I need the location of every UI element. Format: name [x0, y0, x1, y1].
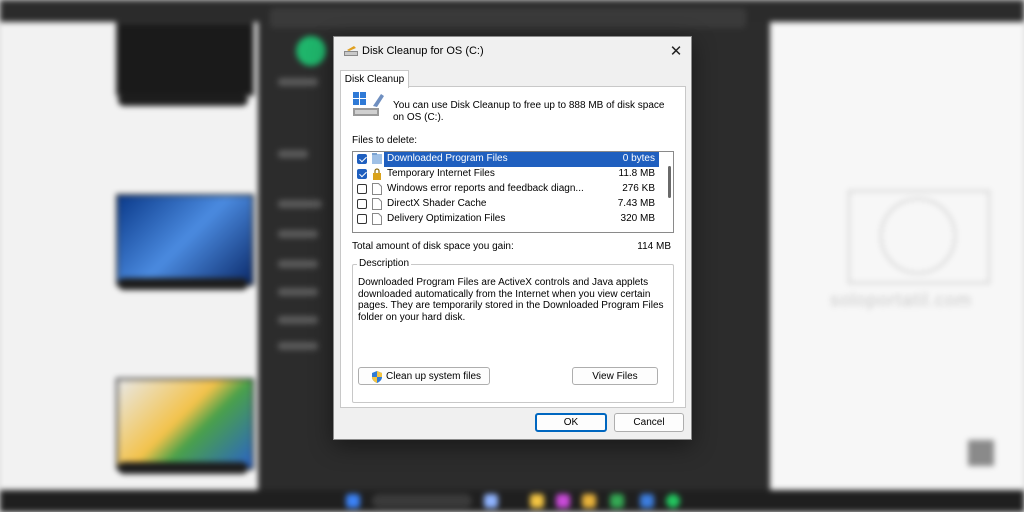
- drive-cleanup-icon: [353, 92, 384, 116]
- list-item[interactable]: DirectX Shader Cache 7.43 MB: [353, 197, 659, 212]
- list-item[interactable]: Delivery Optimization Files 320 MB: [353, 212, 659, 227]
- file-checkbox[interactable]: [357, 169, 367, 179]
- close-button[interactable]: ✕: [661, 37, 691, 65]
- file-checkbox[interactable]: [357, 214, 367, 224]
- file-size: 320 MB: [620, 213, 655, 224]
- taskbar-app-icon: [484, 494, 498, 508]
- taskbar-app-icon: [666, 494, 680, 508]
- scroll-top-icon: [968, 440, 994, 466]
- file-size: 11.8 MB: [618, 168, 656, 179]
- taskbar-search: [372, 494, 472, 508]
- header-description: You can use Disk Cleanup to free up to 8…: [393, 100, 665, 123]
- taskbar-app-icon: [556, 494, 570, 508]
- menu-line: [278, 260, 318, 268]
- total-space-value: 114 MB: [637, 241, 671, 252]
- file-name: Downloaded Program Files: [387, 153, 508, 164]
- tab-disk-cleanup[interactable]: Disk Cleanup: [340, 70, 409, 88]
- taskbar-app-icon: [610, 494, 624, 508]
- description-text: Downloaded Program Files are ActiveX con…: [358, 277, 664, 323]
- file-checkbox[interactable]: [357, 199, 367, 209]
- disk-cleanup-panel: You can use Disk Cleanup to free up to 8…: [340, 86, 686, 408]
- cancel-button[interactable]: Cancel: [614, 413, 684, 432]
- caption-pill: [118, 94, 248, 106]
- settings-search-bar: [270, 8, 746, 28]
- caption-pill: [118, 462, 248, 474]
- menu-line: [278, 150, 308, 158]
- file-icon: [372, 213, 382, 225]
- files-to-delete-list[interactable]: Downloaded Program Files 0 bytes Tempora…: [352, 151, 674, 233]
- file-icon: [372, 183, 382, 195]
- menu-line: [278, 316, 318, 324]
- taskbar-app-icon: [530, 494, 544, 508]
- disk-cleanup-icon: [344, 46, 358, 56]
- view-files-button[interactable]: View Files: [572, 367, 658, 385]
- clean-up-system-files-button[interactable]: Clean up system files: [358, 367, 490, 385]
- taskbar-app-icon: [582, 494, 596, 508]
- disk-cleanup-dialog: Disk Cleanup for OS (C:) ✕ Disk Cleanup …: [333, 36, 692, 440]
- globe-icon: [880, 198, 956, 274]
- file-size: 276 KB: [622, 183, 655, 194]
- clean-up-system-files-label: Clean up system files: [386, 371, 482, 382]
- avatar: [296, 36, 326, 66]
- shield-icon: [372, 371, 382, 383]
- file-name: Windows error reports and feedback diagn…: [387, 183, 584, 194]
- file-name: Delivery Optimization Files: [387, 213, 506, 224]
- file-checkbox[interactable]: [357, 154, 367, 164]
- menu-line: [278, 200, 322, 208]
- taskbar-app-icon: [640, 494, 654, 508]
- lock-icon: [373, 168, 381, 180]
- file-size: 7.43 MB: [617, 198, 655, 209]
- hp-thumbnail: [116, 194, 254, 286]
- menu-line: [278, 230, 318, 238]
- windows-thumbnail: [116, 378, 254, 470]
- list-item[interactable]: Downloaded Program Files 0 bytes: [353, 152, 659, 167]
- close-icon: ✕: [669, 43, 683, 60]
- menu-line: [278, 288, 318, 296]
- menu-line: [278, 342, 318, 350]
- total-space-label: Total amount of disk space you gain:: [352, 241, 514, 252]
- file-checkbox[interactable]: [357, 184, 367, 194]
- list-item[interactable]: Windows error reports and feedback diagn…: [353, 182, 659, 197]
- ok-button[interactable]: OK: [535, 413, 607, 432]
- list-scrollbar[interactable]: [668, 166, 671, 198]
- file-name: DirectX Shader Cache: [387, 198, 487, 209]
- webpage-left-column: [0, 22, 258, 490]
- watermark-text: soloportatil.com: [830, 290, 973, 310]
- file-name: Temporary Internet Files: [387, 168, 495, 179]
- folder-icon: [372, 153, 382, 164]
- taskbar: [0, 490, 1024, 512]
- caption-pill: [118, 278, 248, 290]
- menu-line: [278, 78, 318, 86]
- dialog-title: Disk Cleanup for OS (C:): [362, 45, 484, 57]
- file-size: 0 bytes: [622, 153, 655, 164]
- files-to-delete-label: Files to delete:: [352, 135, 418, 146]
- acer-thumbnail: [116, 22, 254, 96]
- start-icon: [346, 494, 360, 508]
- title-bar: Disk Cleanup for OS (C:) ✕: [334, 37, 691, 65]
- file-icon: [372, 198, 382, 210]
- description-label: Description: [357, 258, 412, 269]
- list-item[interactable]: Temporary Internet Files 11.8 MB: [353, 167, 659, 182]
